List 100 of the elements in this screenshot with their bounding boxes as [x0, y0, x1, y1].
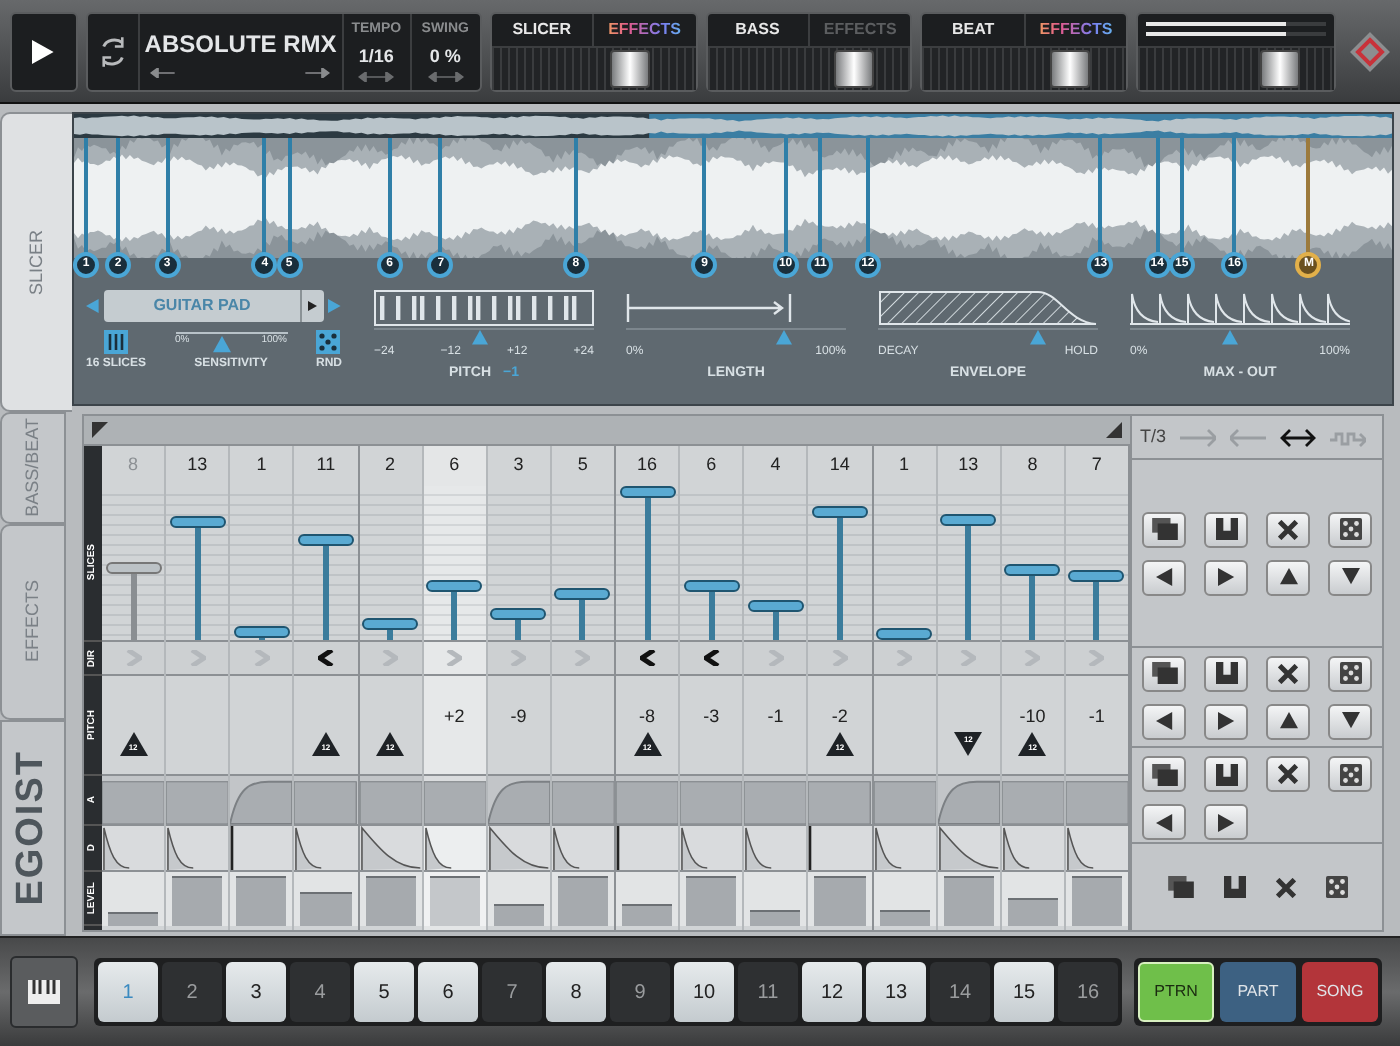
slider-thumb[interactable]: [1259, 49, 1300, 87]
sensitivity-thumb[interactable]: [212, 336, 233, 354]
slice-marker-line[interactable]: [287, 138, 292, 254]
step-column[interactable]: 4 -1: [744, 446, 809, 930]
slice-handle[interactable]: [619, 486, 676, 499]
slice-marker-line[interactable]: [702, 138, 707, 254]
tool-button[interactable]: [1142, 804, 1186, 840]
keyboard-button[interactable]: [10, 956, 78, 1028]
pattern-step-button[interactable]: 15: [994, 962, 1054, 1022]
tool-button[interactable]: [1204, 655, 1248, 691]
reverse-chevron-icon[interactable]: [639, 650, 656, 666]
channel-name[interactable]: SLICER: [491, 13, 595, 45]
pattern-step-button[interactable]: 3: [226, 962, 286, 1022]
tool-button[interactable]: [1142, 559, 1186, 595]
attack-curve-drawing[interactable]: [937, 776, 1000, 824]
pattern-step-button[interactable]: 11: [738, 962, 798, 1022]
volume-fill[interactable]: [750, 909, 801, 926]
volume-fill[interactable]: [1007, 898, 1058, 926]
slice-handle[interactable]: [1004, 563, 1061, 576]
slice-marker-line[interactable]: [783, 138, 788, 254]
loop-start-icon[interactable]: [92, 422, 108, 438]
slice-handle[interactable]: [426, 580, 483, 593]
reverse-chevron-icon[interactable]: [317, 650, 334, 666]
slice-marker-line[interactable]: [165, 138, 169, 254]
pattern-step-button[interactable]: 14: [930, 962, 990, 1022]
tool-button[interactable]: [1204, 804, 1248, 840]
pattern-step-button[interactable]: 7: [482, 962, 542, 1022]
volume-slider[interactable]: [922, 47, 1127, 89]
slice-marker-line[interactable]: [116, 138, 121, 254]
slice-handle[interactable]: [233, 626, 290, 639]
slice-marker-line[interactable]: [1098, 138, 1103, 254]
setting-value[interactable]: 1/16: [358, 43, 394, 70]
slice-handle[interactable]: [1068, 570, 1125, 583]
tool-button[interactable]: [1204, 559, 1248, 595]
play-button[interactable]: [10, 11, 78, 91]
tool-label[interactable]: T/3: [1140, 423, 1167, 451]
parameter-track[interactable]: [878, 328, 1098, 346]
slider-thumb[interactable]: [833, 49, 874, 87]
tool-button[interactable]: [1204, 511, 1248, 547]
dice-icon[interactable]: [316, 330, 341, 354]
setting-value[interactable]: 0 %: [429, 43, 461, 70]
pattern-step-button[interactable]: 12: [802, 962, 862, 1022]
volume-slider[interactable]: [707, 47, 911, 89]
slice-handle[interactable]: [811, 506, 868, 519]
pattern-step-button[interactable]: 10: [674, 962, 734, 1022]
slice-handle[interactable]: [105, 561, 162, 574]
slice-handle[interactable]: [876, 627, 933, 640]
pattern-step-button[interactable]: 6: [418, 962, 478, 1022]
volume-fill[interactable]: [879, 909, 930, 926]
volume-fill[interactable]: [300, 892, 351, 926]
parameter-thumb[interactable]: [774, 330, 795, 346]
slice-marker-line[interactable]: [1306, 138, 1311, 254]
slice-handle[interactable]: [490, 607, 547, 620]
master-volume-slider[interactable]: [1138, 47, 1335, 89]
left-arrow-icon[interactable]: [150, 67, 177, 77]
tool-button[interactable]: [1266, 559, 1310, 595]
parameter-thumb[interactable]: [1219, 330, 1239, 346]
mode-button[interactable]: PTRN: [1138, 962, 1214, 1022]
volume-fill[interactable]: [493, 903, 544, 926]
parameter-track[interactable]: [626, 328, 846, 346]
loop-end-icon[interactable]: [1106, 422, 1122, 438]
attack-curve-drawing[interactable]: [487, 776, 550, 824]
mode-button[interactable]: SONG: [1302, 962, 1378, 1022]
slice-marker-line[interactable]: [818, 138, 823, 254]
parameter-thumb[interactable]: [1028, 330, 1049, 346]
pattern-step-button[interactable]: 13: [866, 962, 926, 1022]
slice-handle[interactable]: [554, 587, 611, 600]
pattern-step-button[interactable]: 2: [162, 962, 222, 1022]
tool-button[interactable]: [1142, 756, 1186, 792]
tool-button[interactable]: [1266, 703, 1310, 739]
slice-marker-line[interactable]: [1232, 138, 1237, 254]
pattern-step-button[interactable]: 8: [546, 962, 606, 1022]
slice-marker-line[interactable]: [1155, 138, 1160, 254]
slice-handle[interactable]: [169, 515, 226, 528]
tool-button[interactable]: [1266, 655, 1310, 691]
pattern-step-button[interactable]: 9: [610, 962, 670, 1022]
pattern-step-button[interactable]: 16: [1058, 962, 1118, 1022]
tool-button[interactable]: [1266, 756, 1310, 792]
right-arrow-icon[interactable]: [304, 67, 331, 77]
step-column[interactable]: 3 -9: [487, 446, 552, 930]
pattern-step-button[interactable]: 4: [290, 962, 350, 1022]
tool-button[interactable]: [1328, 511, 1372, 547]
tool-button[interactable]: [1142, 655, 1186, 691]
tool-button[interactable]: [1142, 511, 1186, 547]
channel-name[interactable]: BEAT: [922, 13, 1026, 45]
step-column[interactable]: 1: [873, 446, 938, 930]
slice-marker-line[interactable]: [1179, 138, 1184, 254]
channel-name[interactable]: BASS: [707, 13, 810, 45]
tool-button[interactable]: [1328, 559, 1372, 595]
slider-thumb[interactable]: [609, 49, 650, 87]
tool-button[interactable]: [1204, 703, 1248, 739]
pattern-step-button[interactable]: 5: [354, 962, 414, 1022]
slice-marker-line[interactable]: [387, 138, 392, 254]
tool-button[interactable]: [1328, 756, 1372, 792]
mode-button[interactable]: PART: [1220, 962, 1296, 1022]
tool-button[interactable]: [1142, 703, 1186, 739]
slice-handle[interactable]: [297, 533, 354, 546]
slice-marker-line[interactable]: [865, 138, 870, 254]
slice-handle[interactable]: [747, 600, 804, 613]
tool-button[interactable]: [1204, 756, 1248, 792]
